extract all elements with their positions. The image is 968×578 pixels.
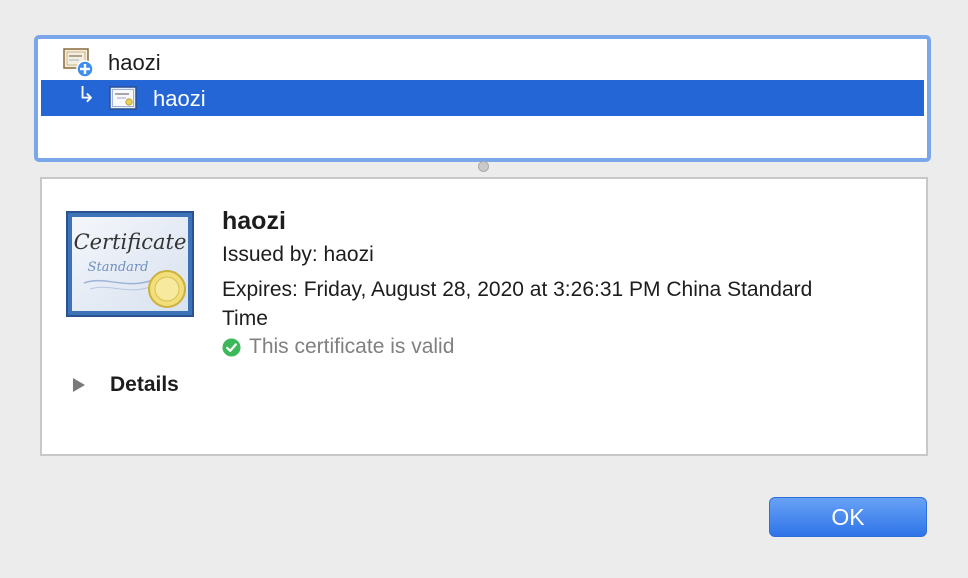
disclosure-triangle-icon[interactable] [72, 377, 86, 393]
ok-button[interactable]: OK [769, 497, 927, 537]
certificate-icon-title: Certificate [74, 230, 187, 254]
child-arrow-icon: ↳ [77, 83, 96, 108]
validity-status-label: This certificate is valid [249, 335, 455, 358]
expiration-text: Expires: Friday, August 28, 2020 at 3:26… [222, 278, 813, 330]
tree-item-selected-label: haozi [153, 86, 206, 111]
certificate-large-icon: Certificate Standard [66, 211, 194, 317]
certificate-name: haozi [222, 207, 286, 235]
certificate-icon [109, 86, 137, 110]
certificate-detail-panel: Certificate Standard haozi Issued by: ha… [40, 177, 928, 456]
certificate-authority-icon [63, 48, 95, 78]
validity-status: This certificate is valid [222, 335, 454, 359]
issued-by-text: Issued by: haozi [222, 243, 374, 266]
tree-item-selected-certificate[interactable]: ↳ haozi [41, 80, 924, 116]
certificate-icon-subtitle: Standard [88, 260, 149, 275]
tree-item-root-label: haozi [108, 50, 161, 75]
certificate-tree[interactable]: haozi ↳ haozi [34, 35, 931, 162]
split-view-handle[interactable] [478, 161, 489, 172]
tree-item-root-certificate[interactable]: haozi [38, 43, 927, 80]
valid-check-icon [222, 337, 241, 357]
details-disclosure[interactable]: Details [72, 373, 179, 397]
details-label: Details [110, 373, 179, 396]
